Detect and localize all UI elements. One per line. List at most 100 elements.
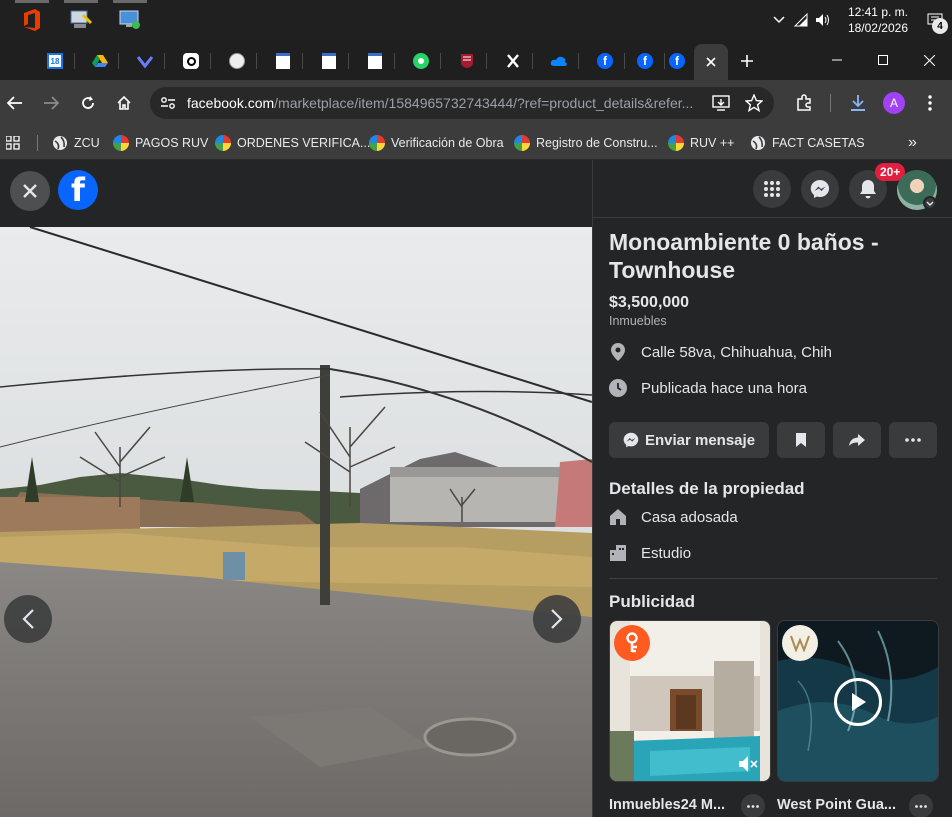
tab-calendar[interactable]: 18 xyxy=(38,48,72,74)
bookmark-zcu[interactable]: ZCU xyxy=(52,132,100,154)
tab-drive[interactable] xyxy=(83,48,117,74)
home-button[interactable] xyxy=(109,88,139,118)
cloud-icon xyxy=(550,56,567,66)
bookmark-ruv-plus[interactable]: RUV ++ xyxy=(668,132,734,154)
share-button[interactable] xyxy=(833,422,881,458)
reload-icon xyxy=(82,96,94,109)
more-vertical-icon xyxy=(928,95,932,111)
browser-toolbar: facebook.com/marketplace/item/1584965732… xyxy=(0,80,952,126)
tab-whatsapp[interactable] xyxy=(404,48,438,74)
close-icon[interactable] xyxy=(706,57,716,67)
bookmark-fact-casetas[interactable]: FACT CASETAS xyxy=(750,132,865,154)
tab-aic[interactable] xyxy=(220,48,254,74)
property-type-text: Casa adosada xyxy=(641,508,738,526)
close-icon xyxy=(923,54,935,66)
ruv-icon xyxy=(668,135,684,151)
chrome-menu-button[interactable] xyxy=(915,88,945,118)
globe-icon xyxy=(751,136,765,150)
facebook-logo[interactable]: f xyxy=(58,170,98,210)
layout-text: Estudio xyxy=(641,544,692,562)
network-tool-icon[interactable] xyxy=(61,0,101,40)
bookmark-label: PAGOS RUV xyxy=(135,136,209,150)
maximize-button[interactable] xyxy=(860,40,906,80)
previous-photo-button[interactable] xyxy=(4,595,52,643)
tab-ruv-3[interactable] xyxy=(358,48,392,74)
mute-icon[interactable] xyxy=(738,755,758,773)
close-viewer-button[interactable] xyxy=(10,171,50,211)
forward-button[interactable] xyxy=(36,88,66,118)
tab-x[interactable] xyxy=(496,48,530,74)
office-app-icon[interactable] xyxy=(12,0,52,40)
extensions-button[interactable] xyxy=(790,88,820,118)
notification-center-button[interactable]: 4 xyxy=(918,0,952,40)
send-message-button[interactable]: Enviar mensaje xyxy=(609,422,769,458)
bookmark-registro-construccion[interactable]: Registro de Constru... xyxy=(514,132,658,154)
facebook-top-bar: 20+ xyxy=(593,160,952,218)
tab-ruv-1[interactable] xyxy=(266,48,300,74)
clock[interactable]: 12:41 p. m. 18/02/2026 xyxy=(848,4,908,36)
tab-onedrive[interactable] xyxy=(542,48,576,74)
tab-app[interactable] xyxy=(128,48,162,74)
grid-menu-icon xyxy=(764,181,780,197)
tab-facebook-1[interactable]: f xyxy=(588,48,622,74)
play-button[interactable] xyxy=(834,678,882,726)
ad-title[interactable]: Inmuebles24 M... xyxy=(609,797,725,813)
ad-card-inmuebles24[interactable] xyxy=(609,620,771,782)
url-text[interactable]: facebook.com/marketplace/item/1584965732… xyxy=(187,95,697,111)
more-horizontal-icon xyxy=(905,438,921,442)
listing-panel: 20+ Monoambiente 0 baños - Townhouse $3,… xyxy=(592,160,952,817)
tab-ruv-2[interactable] xyxy=(312,48,346,74)
install-app-icon[interactable] xyxy=(712,95,730,111)
home-icon xyxy=(117,95,131,110)
bookmark-star-icon[interactable] xyxy=(745,94,763,112)
chevron-up-icon[interactable] xyxy=(768,0,790,40)
menu-button[interactable] xyxy=(753,170,791,208)
building-icon xyxy=(609,544,627,562)
volume-icon[interactable] xyxy=(812,0,834,40)
listing-location[interactable]: Calle 58va, Chihuahua, Chih xyxy=(609,340,832,364)
tab-chatgpt[interactable] xyxy=(174,48,208,74)
listing-published: Publicada hace una hora xyxy=(609,376,807,400)
bookmark-pagos-ruv[interactable]: PAGOS RUV xyxy=(113,132,208,154)
clock-date: 18/02/2026 xyxy=(847,21,908,35)
back-button[interactable] xyxy=(0,88,30,118)
site-info-icon[interactable] xyxy=(160,96,176,110)
listing-category[interactable]: Inmuebles xyxy=(609,314,667,328)
profile-avatar[interactable]: A xyxy=(883,92,905,114)
minimize-icon xyxy=(832,59,842,61)
bookmarks-overflow-button[interactable]: » xyxy=(908,132,917,154)
window-close-button[interactable] xyxy=(906,40,952,80)
ads-heading: Publicidad xyxy=(609,592,695,611)
downloads-button[interactable] xyxy=(843,88,873,118)
next-photo-button[interactable] xyxy=(533,595,581,643)
tab-harvard[interactable] xyxy=(450,48,484,74)
ruv-icon xyxy=(369,135,385,151)
bookmark-label: FACT CASETAS xyxy=(772,136,865,150)
ad-card-west-point[interactable] xyxy=(777,620,939,782)
tab-facebook-3[interactable]: f xyxy=(660,48,694,74)
tab-active[interactable] xyxy=(694,44,728,80)
minimize-button[interactable] xyxy=(814,40,860,80)
remote-desktop-icon[interactable] xyxy=(110,0,150,40)
bookmark-verificacion-obra[interactable]: Verificación de Obra xyxy=(369,132,504,154)
bookmark-ordenes-verifica[interactable]: ORDENES VERIFICA... xyxy=(215,132,370,154)
messenger-button[interactable] xyxy=(801,170,839,208)
property-type: Casa adosada xyxy=(609,505,738,529)
account-menu-button[interactable] xyxy=(923,196,937,210)
send-message-label: Enviar mensaje xyxy=(644,431,756,449)
facebook-icon: f xyxy=(669,53,685,69)
bookmark-label: ORDENES VERIFICA... xyxy=(237,136,371,150)
wifi-icon[interactable] xyxy=(790,0,812,40)
address-bar[interactable]: facebook.com/marketplace/item/1584965732… xyxy=(150,87,774,119)
ad-more-button[interactable] xyxy=(741,794,765,817)
reload-button[interactable] xyxy=(73,88,103,118)
apps-button[interactable] xyxy=(6,132,20,154)
advertiser-logo-icon xyxy=(782,625,818,661)
save-button[interactable] xyxy=(777,422,825,458)
ad-title[interactable]: West Point Gua... xyxy=(777,797,896,813)
aic-icon xyxy=(229,53,245,69)
ad-more-button[interactable] xyxy=(909,794,933,817)
new-tab-button[interactable] xyxy=(730,48,764,74)
tab-facebook-2[interactable]: f xyxy=(628,48,662,74)
more-options-button[interactable] xyxy=(889,422,937,458)
